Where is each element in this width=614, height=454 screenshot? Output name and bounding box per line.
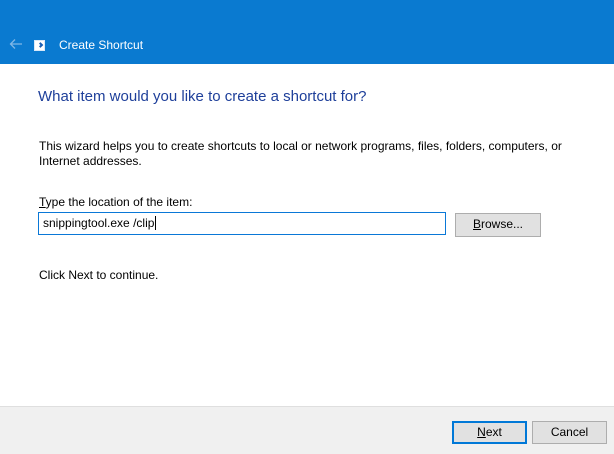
- shortcut-icon: [34, 40, 45, 51]
- browse-button[interactable]: Browse...: [455, 213, 541, 237]
- page-heading: What item would you like to create a sho…: [38, 88, 367, 105]
- location-label-text: ype the location of the item:: [45, 195, 193, 209]
- location-label: Type the location of the item:: [39, 195, 192, 209]
- location-label-accesskey: T: [39, 195, 46, 209]
- location-input-value: snippingtool.exe /clip: [43, 216, 155, 230]
- text-caret: [155, 216, 157, 230]
- cancel-button[interactable]: Cancel: [532, 421, 607, 444]
- wizard-content: What item would you like to create a sho…: [0, 64, 614, 406]
- window-title: Create Shortcut: [59, 38, 144, 52]
- location-input[interactable]: snippingtool.exe /clip: [38, 212, 446, 235]
- title-bar: Create Shortcut: [0, 0, 614, 64]
- browse-button-label: Browse...: [472, 217, 524, 231]
- continue-hint: Click Next to continue.: [39, 268, 159, 282]
- wizard-description: This wizard helps you to create shortcut…: [39, 139, 562, 168]
- next-button-label: Next: [477, 425, 502, 439]
- next-button[interactable]: Next: [452, 421, 527, 444]
- footer-divider: [0, 406, 614, 407]
- back-arrow-icon[interactable]: [8, 36, 24, 52]
